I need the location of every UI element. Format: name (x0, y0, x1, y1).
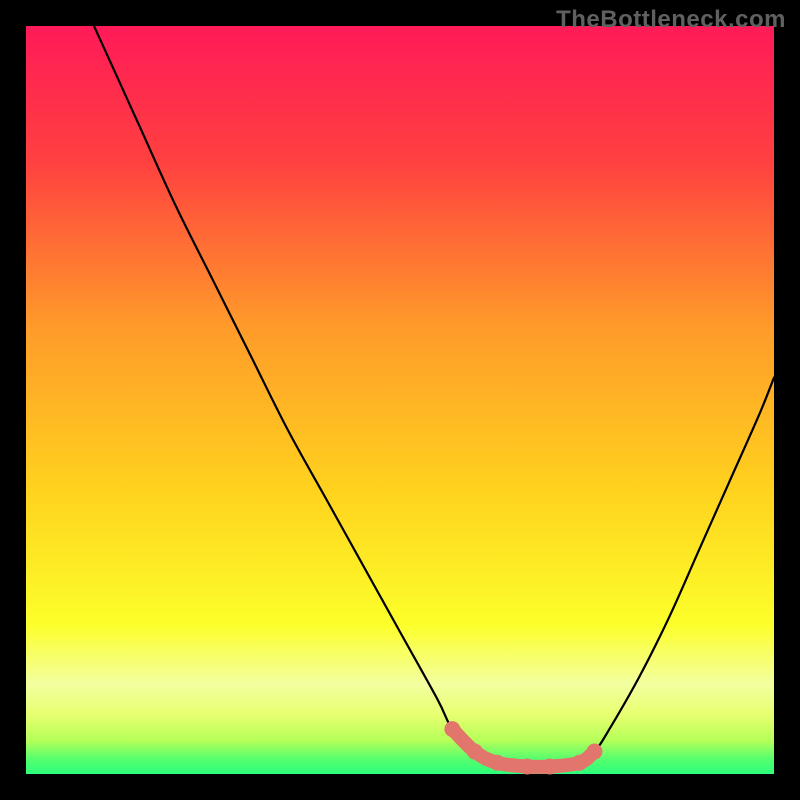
optimal-zone-dot (444, 721, 460, 737)
chart-stage: TheBottleneck.com (0, 0, 800, 800)
optimal-zone-dot (586, 744, 602, 760)
optimal-zone-dot (542, 759, 558, 775)
optimal-zone-dot (572, 755, 588, 771)
optimal-zone-dot (519, 759, 535, 775)
optimal-zone-dot (489, 755, 505, 771)
optimal-zone-dot (467, 744, 483, 760)
chart-svg (0, 0, 800, 800)
watermark-text: TheBottleneck.com (556, 6, 786, 34)
gradient-plot-background (26, 26, 774, 774)
